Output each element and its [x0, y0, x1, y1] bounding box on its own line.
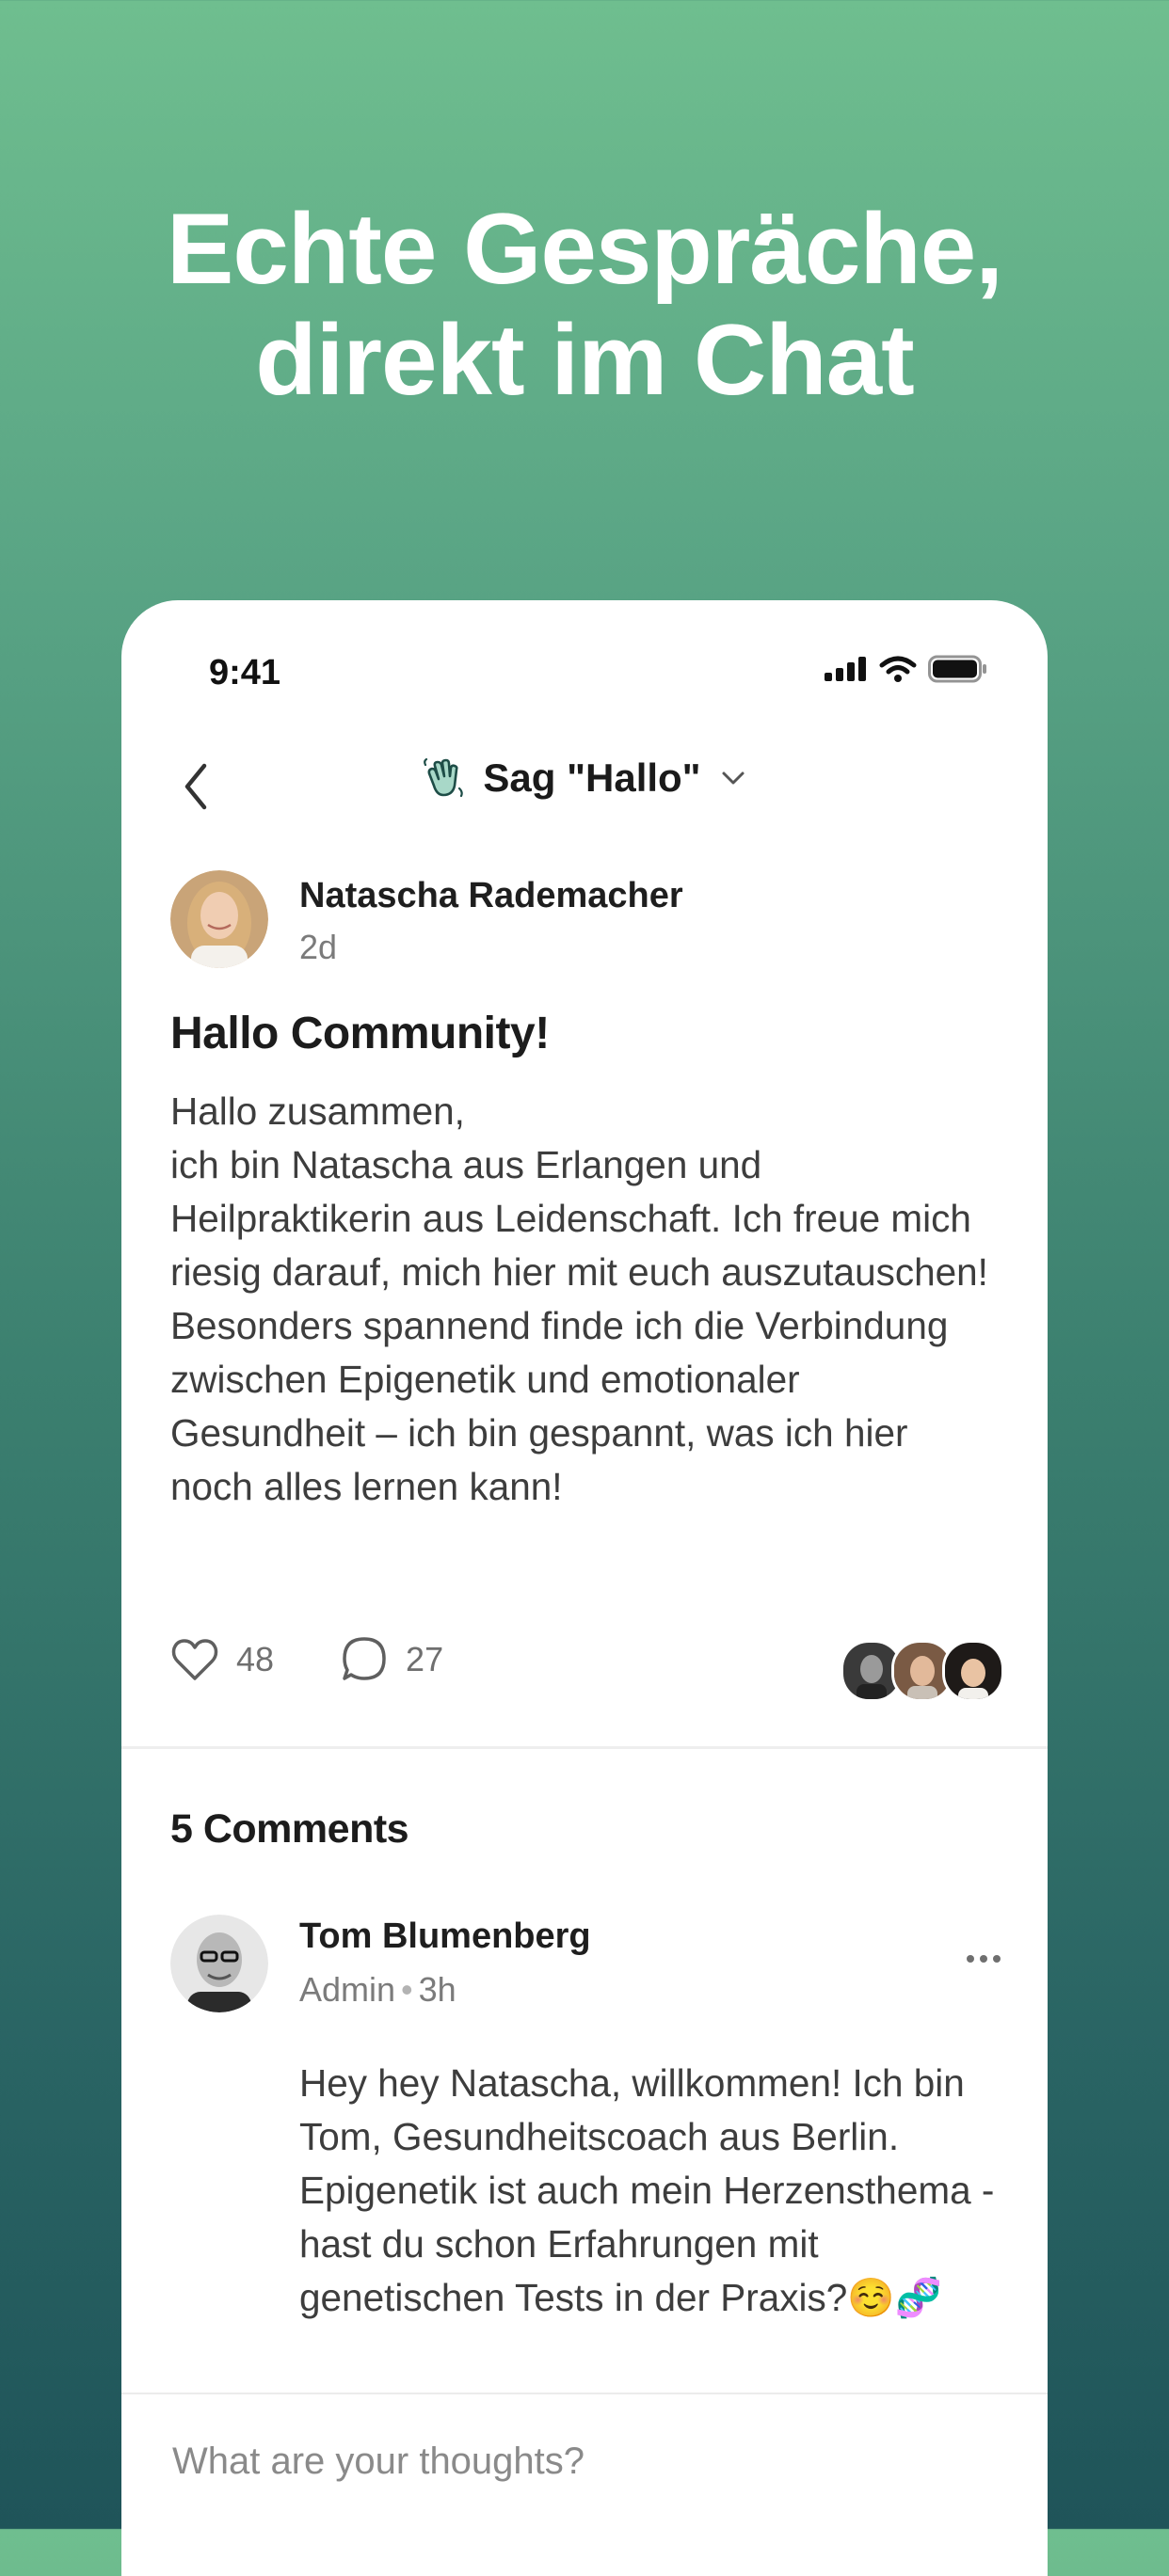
- like-count: 48: [236, 1640, 275, 1678]
- comment-bubble-icon: [343, 1637, 386, 1680]
- reactor-avatar: [942, 1640, 1004, 1702]
- signal-icon: [825, 657, 866, 681]
- comment-role-line: Admin • 3h: [299, 1970, 591, 2010]
- reactors-facepile[interactable]: [841, 1640, 1004, 1702]
- space-selector[interactable]: Sag "Hallo": [121, 755, 1048, 801]
- battery-icon: [928, 655, 986, 683]
- avatar[interactable]: [170, 870, 268, 968]
- promo-headline: Echte Gespräche, direkt im Chat: [0, 193, 1169, 415]
- like-button[interactable]: 48: [170, 1637, 274, 1682]
- more-dot: [980, 1955, 987, 1963]
- post-author: Natascha Rademacher 2d: [170, 870, 683, 968]
- post-timestamp: 2d: [299, 928, 338, 966]
- chevron-down-icon: [722, 771, 745, 785]
- phone-screen: 9:41 Sag "Hallo" Natascha Rademacher 2d …: [121, 600, 1048, 2576]
- post-title: Hallo Community!: [170, 1009, 550, 1058]
- section-divider: [121, 1746, 1048, 1749]
- status-time: 9:41: [209, 653, 281, 692]
- status-icons: [825, 655, 988, 683]
- more-dot: [967, 1955, 974, 1963]
- comments-heading: 5 Comments: [170, 1806, 409, 1852]
- post-body: Hallo zusammen, ich bin Natascha aus Erl…: [170, 1089, 988, 1508]
- comment-author-name[interactable]: Tom Blumenberg: [299, 1916, 591, 1957]
- headline-line-2: direkt im Chat: [255, 303, 914, 416]
- comment-composer: [121, 2393, 1048, 2545]
- waving-hand-icon: [424, 757, 464, 798]
- separator-dot: •: [401, 1970, 413, 2009]
- comment-body: Hey hey Natascha, willkommen! Ich bin To…: [299, 2061, 995, 2319]
- author-meta: Natascha Rademacher 2d: [299, 870, 683, 967]
- author-name[interactable]: Natascha Rademacher: [299, 876, 683, 916]
- heart-icon: [171, 1639, 218, 1680]
- wifi-icon: [879, 656, 917, 682]
- comment-more-button[interactable]: [967, 1955, 1001, 1963]
- comment-author: Tom Blumenberg Admin • 3h: [170, 1915, 591, 2012]
- post-actions: 48 27: [170, 1635, 443, 1684]
- avatar[interactable]: [170, 1915, 268, 2012]
- space-title: Sag "Hallo": [483, 755, 701, 800]
- headline-line-1: Echte Gespräche,: [167, 192, 1003, 305]
- comment-timestamp: 3h: [418, 1970, 456, 2009]
- comment-count: 27: [406, 1640, 444, 1678]
- role-badge: Admin: [299, 1970, 396, 2009]
- more-dot: [993, 1955, 1001, 1963]
- comment-button[interactable]: 27: [340, 1635, 443, 1684]
- comment-input[interactable]: [170, 2394, 1002, 2528]
- comment-meta: Tom Blumenberg Admin • 3h: [299, 1915, 591, 2010]
